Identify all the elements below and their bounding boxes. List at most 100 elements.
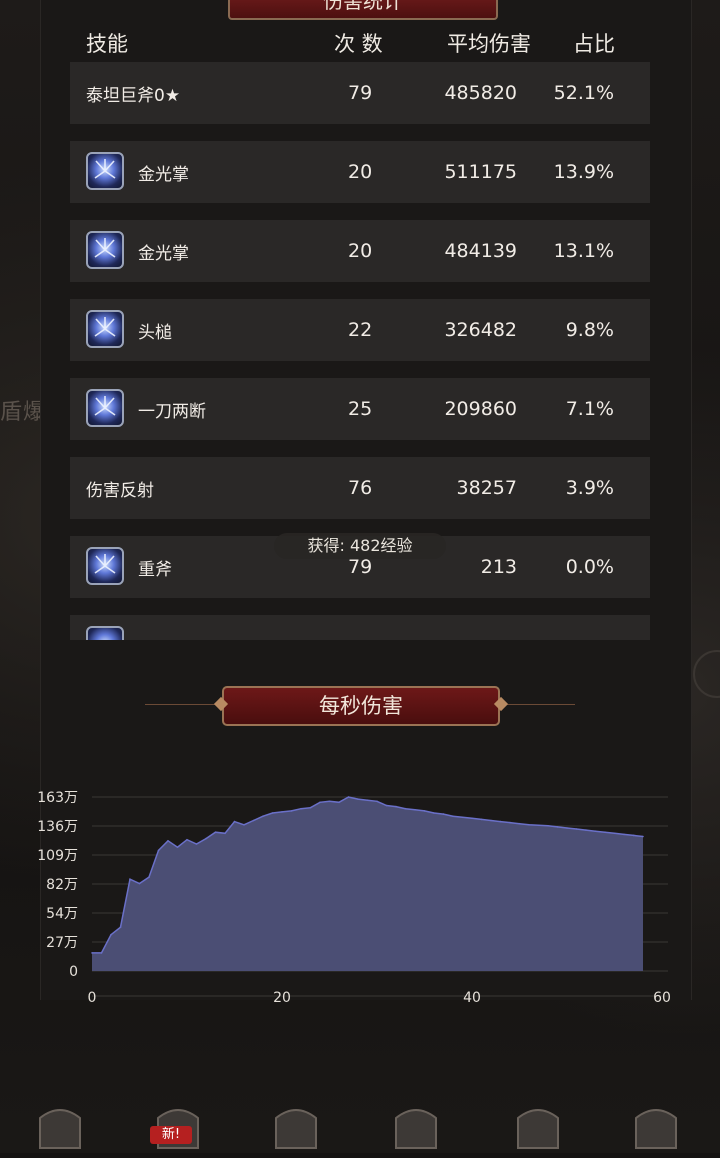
damage-share: 13.9% <box>553 161 614 183</box>
dps-area <box>92 797 643 971</box>
y-tick-label: 54万 <box>46 906 78 922</box>
table-row[interactable]: 一刀两断 25 209860 7.1% <box>70 378 650 440</box>
y-tick-label: 0 <box>69 964 78 980</box>
headbutt-skill-icon <box>86 310 124 348</box>
damage-share: 9.8% <box>565 319 614 341</box>
dps-point <box>547 825 549 827</box>
dps-point <box>138 882 141 885</box>
dps-point <box>537 824 540 827</box>
dps-point <box>205 837 207 840</box>
dps-point <box>366 799 369 801</box>
avg-damage: 485820 <box>444 82 517 104</box>
dps-point <box>281 811 283 813</box>
dps-point <box>566 827 568 829</box>
tab-helmet[interactable] <box>32 1098 88 1154</box>
hit-count: 79 <box>348 82 373 104</box>
dps-point <box>300 807 302 810</box>
hit-count: 25 <box>348 398 373 420</box>
y-tick-label: 27万 <box>46 935 78 951</box>
avg-damage: 484139 <box>444 240 517 262</box>
dps-point <box>404 807 407 810</box>
dps-point <box>461 816 464 819</box>
x-tick-label: 60 <box>653 990 671 1006</box>
panel-title: 伤害统计 <box>228 0 498 20</box>
header-pct: 占比 <box>573 32 615 56</box>
dps-point <box>176 846 179 848</box>
dps-point <box>604 831 606 833</box>
header-count: 次 数 <box>334 32 383 56</box>
dps-point <box>452 815 454 817</box>
dps-point <box>395 805 397 808</box>
skill-name: 伤害反射 <box>86 480 154 501</box>
hit-count: 22 <box>348 319 373 341</box>
y-tick-label: 109万 <box>37 848 78 864</box>
dps-point <box>110 933 112 936</box>
header-avg: 平均伤害 <box>447 32 531 56</box>
tab-dice[interactable] <box>628 1098 684 1154</box>
damage-share: 13.1% <box>553 240 614 262</box>
slash-skill-icon <box>86 389 124 427</box>
dps-point <box>100 952 103 954</box>
dps-point <box>243 824 245 826</box>
table-row[interactable]: 金光掌 20 484139 13.1% <box>70 220 650 282</box>
heavy-axe-skill-icon <box>86 547 124 585</box>
hit-count: 20 <box>348 240 373 262</box>
table-row[interactable]: 泰坦巨斧0★ 79 485820 52.1% <box>70 62 650 124</box>
skill-name: 头槌 <box>138 322 172 343</box>
tab-dice-icon <box>635 1109 677 1149</box>
dps-point <box>442 813 445 815</box>
dps-point <box>385 804 388 807</box>
damage-share: 52.1% <box>553 82 614 104</box>
table-row[interactable]: 伤害反射 76 38257 3.9% <box>70 457 650 519</box>
tab-helmet-icon <box>39 1109 81 1149</box>
hit-count: 76 <box>348 477 373 499</box>
dps-point <box>129 878 131 880</box>
dps-point <box>594 830 597 832</box>
dps-point <box>119 926 122 928</box>
dps-point <box>642 835 644 838</box>
dps-point <box>433 812 435 814</box>
x-tick-label: 40 <box>463 990 481 1006</box>
y-tick-label: 136万 <box>37 819 78 835</box>
x-tick-label: 0 <box>88 990 97 1006</box>
dps-point <box>338 801 340 804</box>
dps-point <box>195 843 198 845</box>
table-row[interactable]: 金光掌 20 511175 13.9% <box>70 141 650 203</box>
skill-name: 金光掌 <box>138 243 189 264</box>
table-row-partial[interactable] <box>70 615 650 640</box>
dps-point <box>632 834 635 837</box>
x-tick-label: 20 <box>273 990 291 1006</box>
header-skill: 技能 <box>86 32 128 56</box>
dps-point <box>233 820 236 823</box>
avg-damage: 213 <box>480 556 517 578</box>
y-tick-label: 82万 <box>46 877 78 893</box>
dps-point <box>214 831 217 833</box>
dps-point <box>328 800 331 803</box>
damage-share: 0.0% <box>565 556 614 578</box>
tab-shield[interactable] <box>268 1098 324 1154</box>
tab-castle[interactable] <box>510 1098 566 1154</box>
avg-damage: 326482 <box>444 319 517 341</box>
dps-point <box>613 832 616 835</box>
new-badge: 新! <box>150 1126 192 1144</box>
dps-point <box>148 876 150 878</box>
dps-point <box>575 828 578 830</box>
dps-point <box>423 810 426 812</box>
dps-point <box>347 796 350 798</box>
damage-share: 3.9% <box>565 477 614 499</box>
table-row[interactable]: 头槌 22 326482 9.8% <box>70 299 650 361</box>
bottom-tab-bar <box>0 1090 720 1153</box>
tab-shield-icon <box>275 1109 317 1149</box>
background-round-icon <box>693 650 720 698</box>
skill-name: 重斧 <box>138 559 172 580</box>
y-tick-label: 163万 <box>37 790 78 806</box>
skill-name: 金光掌 <box>138 164 189 185</box>
dps-point <box>319 801 321 804</box>
tab-scroll[interactable] <box>388 1098 444 1154</box>
dps-point <box>376 800 378 803</box>
damage-share: 7.1% <box>565 398 614 420</box>
table-header: 技能 次 数 平均伤害 占比 <box>0 24 720 60</box>
dps-point <box>509 821 511 824</box>
dps-point <box>490 819 492 822</box>
dps-point <box>623 833 625 836</box>
